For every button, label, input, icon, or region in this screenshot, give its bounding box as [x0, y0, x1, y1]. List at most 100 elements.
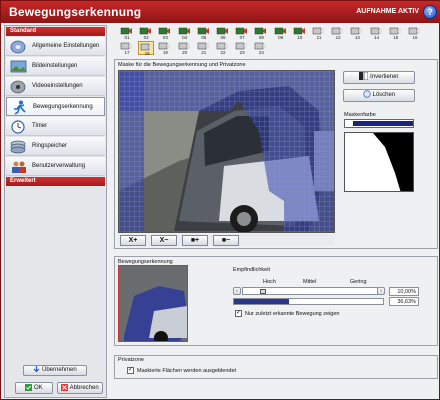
- sidebar-item-motion[interactable]: Bewegungserkennung: [6, 97, 105, 116]
- ok-label: OK: [34, 385, 43, 391]
- delete-label: Löschen: [372, 92, 396, 98]
- sensitivity-slider[interactable]: [242, 287, 378, 295]
- camera-icon: [293, 27, 305, 35]
- camera-icon: [370, 27, 382, 35]
- camera-tile-17[interactable]: 17: [119, 41, 135, 55]
- sidebar-item-image[interactable]: Bildeinstellungen: [6, 57, 105, 76]
- camera-icon: [159, 42, 171, 50]
- camera-number: 17: [124, 50, 130, 55]
- mask-panel-title: Maske für die Bewegungserkennung und Pri…: [118, 62, 246, 68]
- camera-tile-13[interactable]: 13: [349, 26, 365, 40]
- camera-tile-20[interactable]: 20: [177, 41, 193, 55]
- motion-level-value: 36,63%: [389, 297, 419, 306]
- cancel-button[interactable]: Abbrechen: [57, 382, 103, 394]
- camera-tile-09[interactable]: 09: [273, 26, 289, 40]
- sidebar-item-label: Benutzerverwaltung: [32, 163, 86, 169]
- camera-number: 10: [297, 35, 303, 40]
- camera-tile-10[interactable]: 10: [292, 26, 308, 40]
- clock-icon: [11, 120, 25, 134]
- sidebar-item-ringbuffer[interactable]: Ringspeicher: [6, 137, 105, 156]
- camera-tile-07[interactable]: 07: [234, 26, 250, 40]
- slider-thumb[interactable]: [260, 289, 266, 294]
- sensitivity-value: 10,00%: [389, 287, 419, 296]
- delete-button[interactable]: Löschen: [343, 89, 415, 102]
- add-area-button[interactable]: ■+: [182, 235, 208, 246]
- camera-tile-05[interactable]: 05: [196, 26, 212, 40]
- camera-tile-02[interactable]: 02: [138, 26, 154, 40]
- disc-stack-icon: [10, 140, 26, 154]
- camera-icon: [120, 27, 132, 35]
- add-cells-button[interactable]: X+: [120, 235, 146, 246]
- apply-button[interactable]: Übernehmen: [23, 365, 87, 376]
- camera-tile-22[interactable]: 22: [215, 41, 231, 55]
- privacy-panel-title: Privatzone: [118, 357, 144, 363]
- invert-button[interactable]: Invertieren: [343, 71, 415, 84]
- cancel-x-icon: [61, 383, 69, 391]
- mask-color-swatch: [353, 121, 413, 126]
- window-title: Bewegungserkennung: [9, 5, 142, 19]
- privacy-hide-checkbox[interactable]: ✓: [127, 367, 134, 374]
- camera-number: 20: [182, 50, 188, 55]
- camera-icon: [235, 27, 248, 35]
- camera-icon: [274, 27, 286, 35]
- help-icon[interactable]: ?: [423, 5, 437, 19]
- camera-number: 02: [143, 35, 149, 40]
- camera-tile-23[interactable]: 23: [234, 41, 250, 55]
- sidebar-item-label: Bildeinstellungen: [32, 63, 78, 69]
- camera-tile-01[interactable]: 01: [119, 26, 135, 40]
- sensitivity-label: Empfindlichkeit: [233, 267, 270, 273]
- camera-tile-14[interactable]: 14: [369, 26, 385, 40]
- sidebar-item-general[interactable]: Allgemeine Einstellungen: [6, 37, 105, 56]
- picture-icon: [10, 60, 27, 73]
- camera-icon: [255, 42, 267, 50]
- sensitivity-low: Gering: [350, 279, 367, 285]
- remove-area-button[interactable]: ■−: [213, 235, 239, 246]
- camera-image-mask[interactable]: [118, 70, 335, 233]
- sidebar-item-users[interactable]: Benutzerverwaltung: [6, 157, 105, 176]
- camera-icon: [140, 43, 153, 51]
- camera-tile-18[interactable]: 18: [138, 41, 155, 56]
- camera-tile-15[interactable]: 15: [388, 26, 404, 40]
- slider-right-arrow-icon[interactable]: ›: [377, 287, 385, 295]
- camera-tile-11[interactable]: 11: [311, 26, 327, 40]
- camera-number: 08: [258, 35, 264, 40]
- camera-tile-21[interactable]: 21: [196, 41, 212, 55]
- camera-tile-16[interactable]: 16: [407, 26, 423, 40]
- mask-color-picker[interactable]: [344, 119, 414, 128]
- camera-tile-06[interactable]: 06: [215, 26, 231, 40]
- camera-tile-04[interactable]: 04: [177, 26, 193, 40]
- camera-number: 04: [182, 35, 188, 40]
- motion-snapshot: [118, 265, 188, 342]
- show-last-label: Nur zuletzt erkannte Bewegung zeigen: [245, 311, 340, 317]
- camera-number: 06: [220, 35, 226, 40]
- sidebar-item-label: Allgemeine Einstellungen: [32, 43, 100, 49]
- mask-toolbar: X+ X− ■+ ■−: [118, 234, 335, 246]
- camera-number: 11: [316, 35, 322, 40]
- camera-scene: [119, 71, 334, 232]
- motion-level-fill: [234, 299, 289, 304]
- camera-selector: 01 02 03 04 05 06 07 08 09 10 11 12 13 14 15 16 17 18 19 2…: [115, 26, 435, 58]
- sensitivity-medium: Mittel: [303, 279, 317, 285]
- camera-number: 09: [278, 35, 284, 40]
- camera-number: 22: [220, 50, 226, 55]
- sidebar-item-timer[interactable]: Timer: [6, 117, 105, 136]
- camera-tile-19[interactable]: 19: [157, 41, 173, 55]
- camera-icon: [389, 27, 401, 35]
- slider-left-arrow-icon[interactable]: ‹: [233, 287, 241, 295]
- sidebar-item-label: Ringspeicher: [32, 143, 68, 149]
- ok-button[interactable]: OK: [15, 382, 53, 394]
- camera-tile-24[interactable]: 24: [253, 41, 269, 55]
- show-last-checkbox[interactable]: ✓: [235, 310, 242, 317]
- camera-tile-08[interactable]: 08: [253, 26, 269, 40]
- remove-cells-button[interactable]: X−: [151, 235, 177, 246]
- film-icon: [10, 80, 26, 94]
- camera-number: 13: [354, 35, 360, 40]
- motion-snapshot-image: [119, 266, 187, 341]
- camera-number: 21: [201, 50, 207, 55]
- camera-tile-12[interactable]: 12: [330, 26, 346, 40]
- sidebar-item-video[interactable]: Videoeinstellungen: [6, 77, 105, 96]
- ok-check-icon: [25, 383, 33, 391]
- camera-icon: [312, 27, 324, 35]
- camera-tile-03[interactable]: 03: [157, 26, 173, 40]
- sidebar: Standard Allgemeine Einstellungen Bildei…: [4, 25, 107, 398]
